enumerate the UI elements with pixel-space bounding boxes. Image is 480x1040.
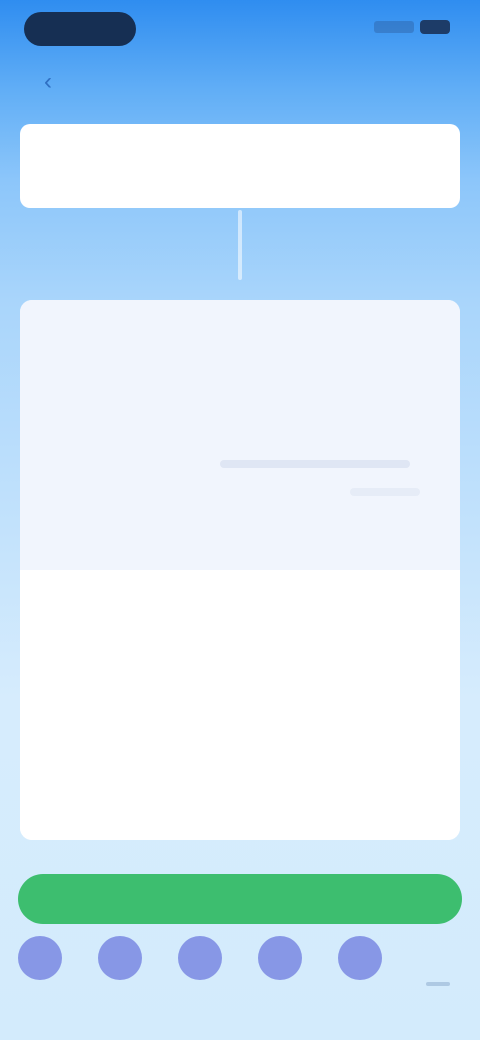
app-icon-4[interactable] [258, 936, 302, 980]
battery-icon [420, 20, 450, 34]
title-card[interactable] [20, 124, 460, 208]
app-icon-1[interactable] [18, 936, 62, 980]
panel-header-area [20, 300, 460, 570]
home-indicator [426, 982, 450, 986]
panel-placeholder-line [220, 460, 410, 468]
primary-action-button[interactable] [18, 874, 462, 924]
status-bar [0, 0, 480, 60]
panel-body [20, 570, 460, 840]
status-icons [374, 20, 450, 34]
app-icon-5[interactable] [338, 936, 382, 980]
signal-icon [374, 21, 414, 33]
content-panel [20, 300, 460, 840]
status-time-pill [24, 12, 136, 46]
back-button[interactable]: ‹ [22, 68, 74, 96]
back-arrow-icon: ‹ [44, 68, 52, 95]
panel-placeholder-line [350, 488, 420, 496]
connector-line [238, 210, 242, 280]
bottom-icon-bar [0, 936, 480, 996]
app-icon-2[interactable] [98, 936, 142, 980]
app-icon-3[interactable] [178, 936, 222, 980]
